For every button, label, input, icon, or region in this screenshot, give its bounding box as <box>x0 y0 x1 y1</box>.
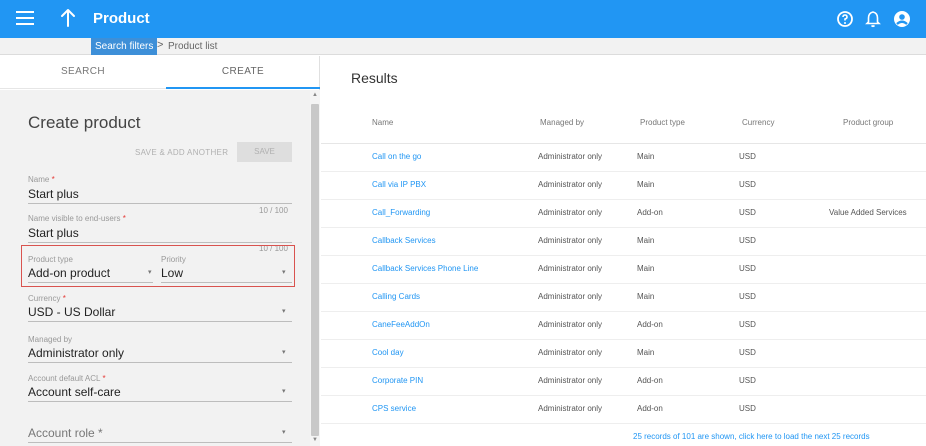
cell-product-type: Main <box>637 264 655 273</box>
page-title: Product <box>93 10 150 27</box>
table-row[interactable]: Call on the go Administrator only Main USD <box>321 144 926 172</box>
table-row[interactable]: Cool day Administrator only Main USD <box>321 340 926 368</box>
table-row[interactable]: Callback Services Phone Line Administrato… <box>321 256 926 284</box>
cell-currency: USD <box>739 376 756 385</box>
product-link[interactable]: Call via IP PBX <box>372 180 426 189</box>
cell-product-type: Main <box>637 292 655 301</box>
priority-select[interactable] <box>161 261 292 283</box>
product-type-select[interactable] <box>28 261 153 283</box>
cell-product-type: Main <box>637 348 655 357</box>
menu-icon[interactable] <box>16 11 34 27</box>
cell-managed-by: Administrator only <box>538 320 603 329</box>
managed-by-select[interactable] <box>28 341 292 363</box>
table-row[interactable]: CaneFeeAddOn Administrator only Add-on USD <box>321 312 926 340</box>
table-row[interactable]: Callback Services Administrator only Main U… <box>321 228 926 256</box>
cell-currency: USD <box>739 180 756 189</box>
name-visible-field[interactable] <box>28 221 292 243</box>
product-link[interactable]: Cool day <box>372 348 404 357</box>
name-counter: 10 / 100 <box>259 206 288 215</box>
cell-managed-by: Administrator only <box>538 236 603 245</box>
cell-product-type: Add-on <box>637 376 663 385</box>
cell-product-type: Add-on <box>637 404 663 413</box>
bell-icon[interactable] <box>864 10 882 28</box>
cell-managed-by: Administrator only <box>538 376 603 385</box>
cell-currency: USD <box>739 348 756 357</box>
cell-product-group: Value Added Services <box>829 208 907 217</box>
product-link[interactable]: Callback Services Phone Line <box>372 264 478 273</box>
cell-managed-by: Administrator only <box>538 264 603 273</box>
product-link[interactable]: Call on the go <box>372 152 421 161</box>
cell-managed-by: Administrator only <box>538 292 603 301</box>
product-link[interactable]: Callback Services <box>372 236 436 245</box>
cell-currency: USD <box>739 292 756 301</box>
breadcrumb-product-list[interactable]: Product list <box>168 38 217 55</box>
cell-currency: USD <box>739 404 756 413</box>
product-link[interactable]: Calling Cards <box>372 292 420 301</box>
column-header-product-group[interactable]: Product group <box>843 118 893 127</box>
tab-create[interactable]: CREATE <box>166 56 320 89</box>
product-link[interactable]: CaneFeeAddOn <box>372 320 430 329</box>
currency-select[interactable] <box>28 300 292 322</box>
tab-bar: SEARCH CREATE <box>0 56 320 89</box>
cell-currency: USD <box>739 208 756 217</box>
cell-managed-by: Administrator only <box>538 152 603 161</box>
table-row[interactable]: Call_Forwarding Administrator only Add-on U… <box>321 200 926 228</box>
load-more-link[interactable]: 25 records of 101 are shown, click here … <box>633 432 870 441</box>
results-table-header: Name Managed by Product type Currency Pr… <box>321 104 926 144</box>
tab-search[interactable]: SEARCH <box>0 56 166 89</box>
column-header-managed-by[interactable]: Managed by <box>540 118 584 127</box>
cell-managed-by: Administrator only <box>538 404 603 413</box>
breadcrumb-search-filters[interactable]: Search filters <box>91 38 158 55</box>
scroll-down-icon[interactable]: ▼ <box>312 437 318 443</box>
account-role-select[interactable] <box>28 421 292 443</box>
cell-managed-by: Administrator only <box>538 180 603 189</box>
cell-currency: USD <box>739 236 756 245</box>
cell-product-type: Main <box>637 152 655 161</box>
table-row[interactable]: Call via IP PBX Administrator only Main USD <box>321 172 926 200</box>
product-link[interactable]: Corporate PIN <box>372 376 423 385</box>
column-header-product-type[interactable]: Product type <box>640 118 685 127</box>
scrollbar-thumb[interactable] <box>311 104 319 436</box>
cell-managed-by: Administrator only <box>538 348 603 357</box>
account-icon[interactable] <box>893 10 911 28</box>
acl-select[interactable] <box>28 380 292 402</box>
cell-product-type: Add-on <box>637 320 663 329</box>
cell-product-type: Add-on <box>637 208 663 217</box>
save-button[interactable]: SAVE <box>237 142 292 162</box>
breadcrumb: Search filters > Product list <box>0 38 926 55</box>
cell-currency: USD <box>739 320 756 329</box>
column-header-name[interactable]: Name <box>372 118 393 127</box>
product-link[interactable]: CPS service <box>372 404 416 413</box>
results-title: Results <box>351 70 398 86</box>
arrow-up-icon[interactable] <box>60 8 76 28</box>
scroll-up-icon[interactable]: ▲ <box>312 92 318 98</box>
cell-product-type: Main <box>637 236 655 245</box>
cell-currency: USD <box>739 264 756 273</box>
cell-managed-by: Administrator only <box>538 208 603 217</box>
product-link[interactable]: Call_Forwarding <box>372 208 430 217</box>
column-header-currency[interactable]: Currency <box>742 118 774 127</box>
breadcrumb-separator: > <box>157 39 164 51</box>
table-row[interactable]: CPS service Administrator only Add-on USD <box>321 396 926 424</box>
table-row[interactable]: Calling Cards Administrator only Main USD <box>321 284 926 312</box>
cell-currency: USD <box>739 152 756 161</box>
cell-product-type: Main <box>637 180 655 189</box>
help-icon[interactable] <box>836 10 854 28</box>
form-title: Create product <box>28 113 141 132</box>
results-panel: Results Name Managed by Product type Cur… <box>321 56 926 446</box>
table-row[interactable]: Corporate PIN Administrator only Add-on USD <box>321 368 926 396</box>
save-and-add-button[interactable]: SAVE & ADD ANOTHER <box>135 148 228 157</box>
top-app-bar: Product <box>0 0 926 38</box>
name-field[interactable] <box>28 182 292 204</box>
